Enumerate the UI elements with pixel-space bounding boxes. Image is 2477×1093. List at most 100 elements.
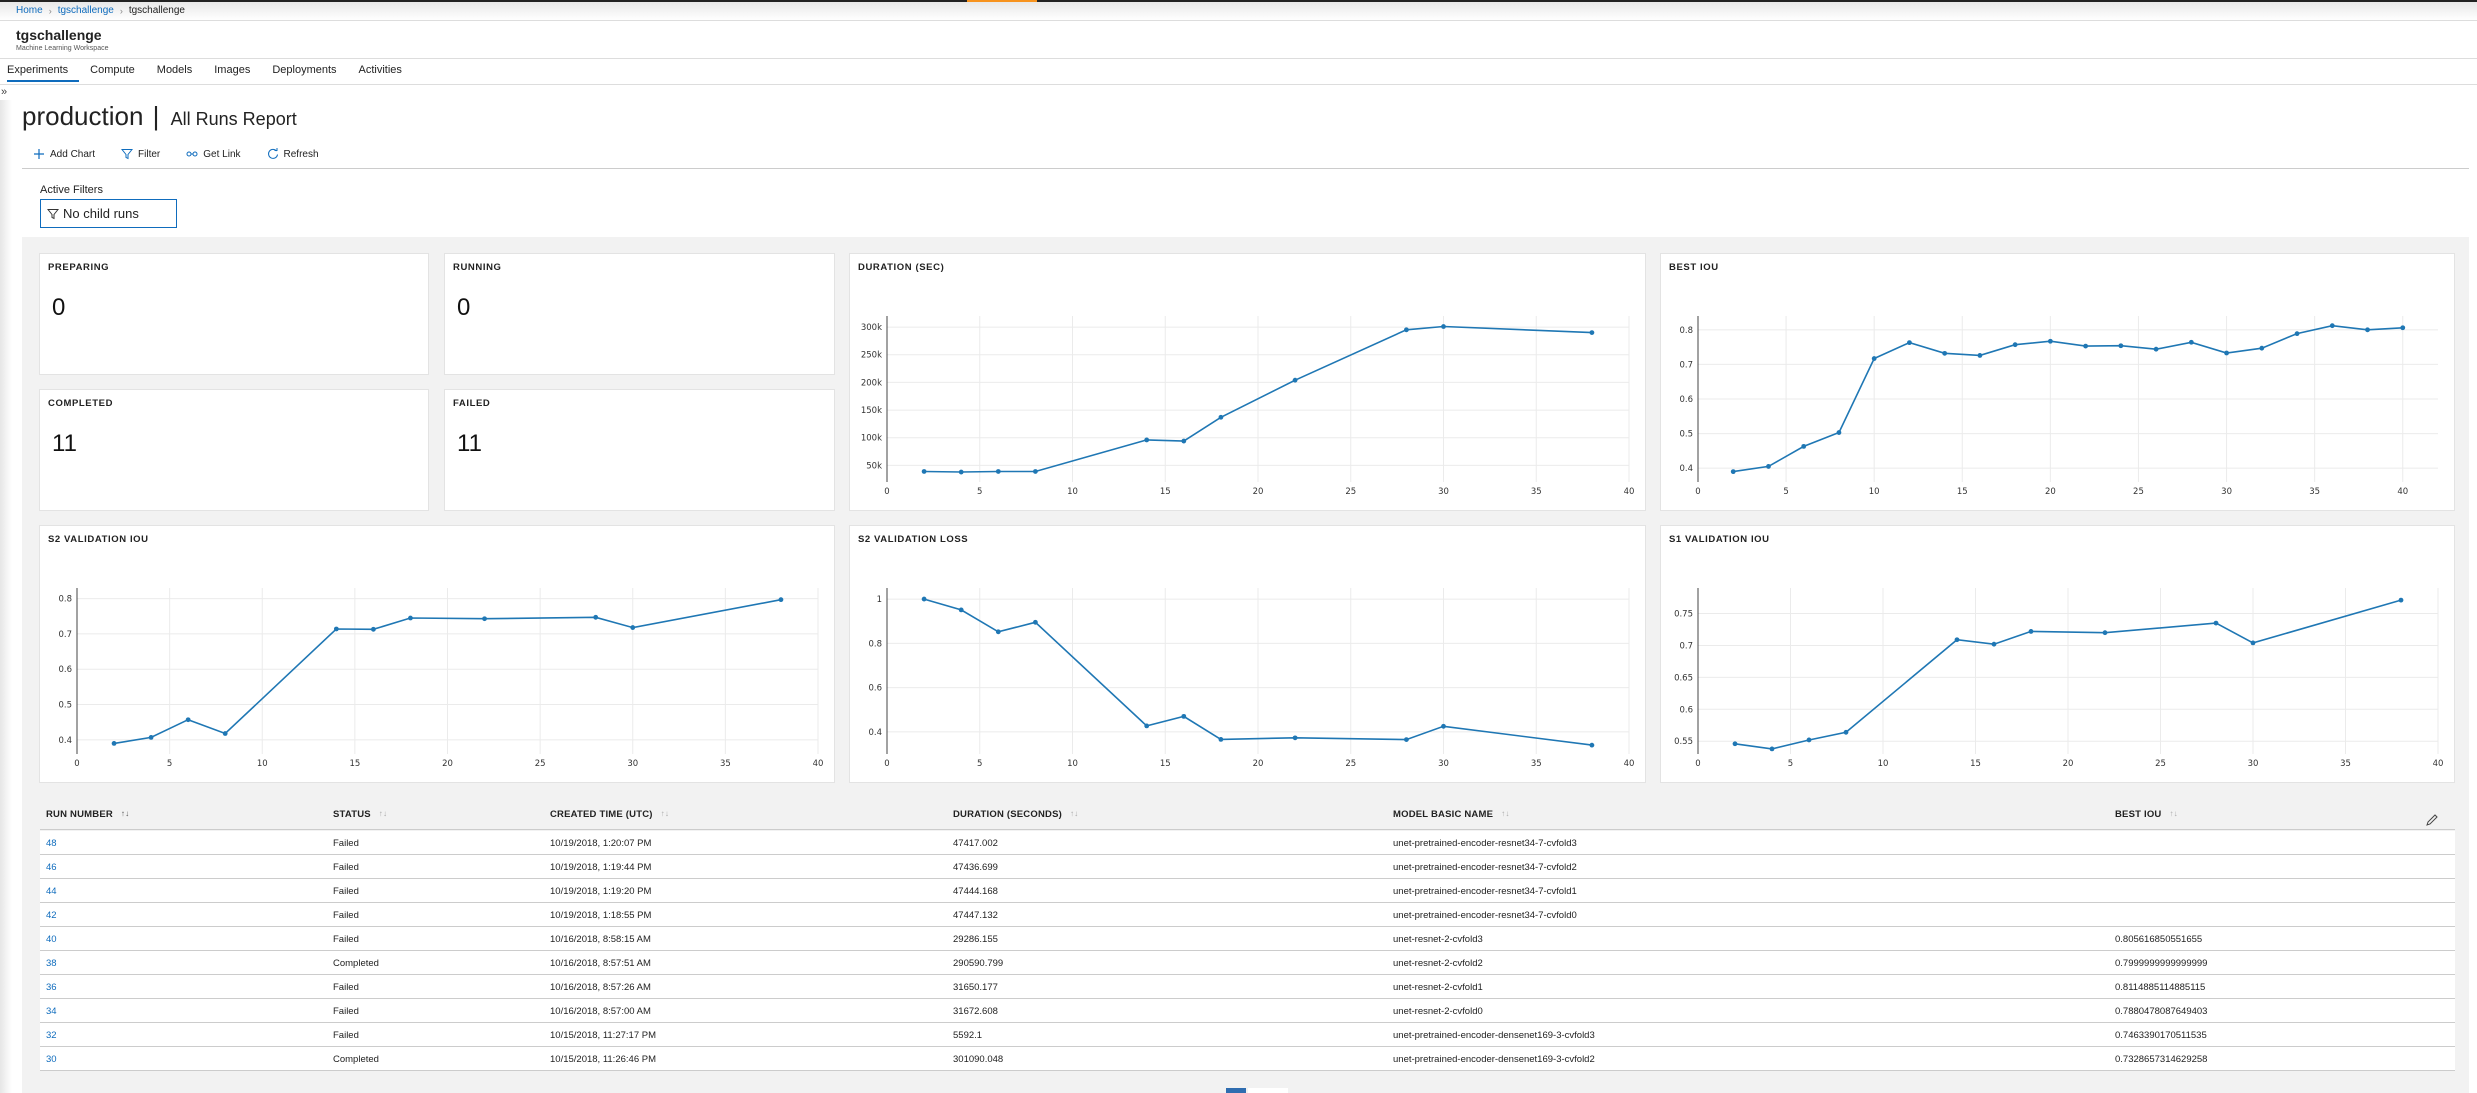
stat-card-running: RUNNING 0 — [444, 253, 835, 375]
x-tick-label: 15 — [349, 759, 360, 769]
x-tick-label: 0 — [1695, 487, 1700, 497]
cell-duration: 31672.608 — [953, 1006, 998, 1017]
stat-label: RUNNING — [453, 262, 502, 273]
stat-card-completed: COMPLETED 11 — [39, 389, 429, 511]
table-row[interactable]: 42 Failed 10/19/2018, 1:18:55 PM 47447.132 u… — [40, 903, 2455, 927]
cell-run-number[interactable]: 44 — [46, 886, 57, 897]
data-point — [1404, 737, 1409, 743]
table-row[interactable]: 46 Failed 10/19/2018, 1:19:44 PM 47436.699 u… — [40, 855, 2455, 879]
table-row[interactable]: 38 Completed 10/16/2018, 8:57:51 AM 290590.… — [40, 951, 2455, 975]
column-header-model-name[interactable]: MODEL BASIC NAME ↑↓ — [1393, 809, 1510, 820]
x-tick-label: 30 — [2248, 759, 2259, 769]
chart-card-s1-validation-iou[interactable]: S1 VALIDATION IOU 0 5 10 15 20 25 30 35 40 0.55 0.… — [1660, 525, 2455, 783]
chart-card-duration[interactable]: DURATION (SEC) 0 5 10 15 20 25 30 35 40 50k 100k 15… — [849, 253, 1646, 511]
x-tick-label: 25 — [1345, 759, 1356, 769]
data-point — [1801, 443, 1807, 449]
x-tick-label: 25 — [535, 759, 546, 769]
title-separator: | — [152, 101, 160, 131]
cell-status: Failed — [333, 886, 359, 897]
cell-run-number[interactable]: 36 — [46, 982, 57, 993]
data-point — [1589, 330, 1595, 335]
data-point — [2400, 325, 2406, 331]
data-point — [1218, 414, 1224, 420]
data-point — [2224, 350, 2229, 356]
edit-columns-icon[interactable] — [2425, 813, 2439, 827]
x-tick-label: 30 — [1438, 759, 1449, 769]
pagination-page-2[interactable] — [1248, 1088, 1268, 1093]
divider — [0, 20, 2477, 21]
cell-run-number[interactable]: 48 — [46, 838, 57, 849]
table-row[interactable]: 44 Failed 10/19/2018, 1:19:20 PM 47444.168 u… — [40, 879, 2455, 903]
cell-run-number[interactable]: 40 — [46, 934, 57, 945]
tab-activities[interactable]: Activities — [359, 64, 413, 82]
table-row[interactable]: 34 Failed 10/16/2018, 8:57:00 AM 31672.608 u… — [40, 999, 2455, 1023]
column-header-status[interactable]: STATUS ↑↓ — [333, 809, 387, 820]
chart-card-best-iou[interactable]: BEST IOU 0 5 10 15 20 25 30 35 40 0.4 0.5 0.6 0.7 0.8 — [1660, 253, 2455, 511]
filter-icon — [47, 208, 59, 219]
tab-deployments[interactable]: Deployments — [272, 64, 347, 82]
chart-card-s2-validation-iou[interactable]: S2 VALIDATION IOU 0 5 10 15 20 25 30 35 40 0.4 0.5… — [39, 525, 835, 783]
table-row[interactable]: 48 Failed 10/19/2018, 1:20:07 PM 47417.002 u… — [40, 831, 2455, 855]
workspace-title: tgschallenge — [16, 27, 102, 43]
breadcrumb-current: tgschallenge — [128, 5, 185, 16]
stat-card-preparing: PREPARING 0 — [39, 253, 429, 375]
cell-run-number[interactable]: 38 — [46, 958, 57, 969]
column-header-run-number[interactable]: RUN NUMBER ↑↓ — [46, 809, 129, 820]
cell-status: Failed — [333, 934, 359, 945]
get-link-button[interactable]: Get Link — [186, 148, 241, 160]
x-tick-label: 10 — [1067, 759, 1078, 769]
table-row[interactable]: 36 Failed 10/16/2018, 8:57:26 AM 31650.177 u… — [40, 975, 2455, 999]
data-point — [2083, 343, 2089, 349]
data-point — [1441, 324, 1446, 329]
data-point — [333, 626, 339, 632]
cell-model-name: unet-pretrained-encoder-densenet169-3-cv… — [1393, 1030, 1595, 1041]
add-chart-button[interactable]: Add Chart — [33, 148, 95, 160]
tab-experiments[interactable]: Experiments — [7, 64, 80, 82]
cell-model-name: unet-resnet-2-cvfold1 — [1393, 982, 1483, 993]
column-label: CREATED TIME (UTC) — [550, 809, 653, 820]
cell-run-number[interactable]: 34 — [46, 1006, 57, 1017]
filter-chip[interactable]: No child runs — [40, 199, 177, 228]
x-tick-label: 5 — [977, 759, 982, 769]
data-point — [1806, 737, 1812, 743]
cell-run-number[interactable]: 30 — [46, 1054, 57, 1065]
chart-card-s2-validation-loss[interactable]: S2 VALIDATION LOSS 0 5 10 15 20 25 30 35 40 0.4 0.… — [849, 525, 1646, 783]
cell-model-name: unet-pretrained-encoder-resnet34-7-cvfol… — [1393, 862, 1577, 873]
filter-button[interactable]: Filter — [121, 148, 160, 160]
x-tick-label: 40 — [2433, 759, 2444, 769]
pagination-page-3[interactable] — [1268, 1088, 1288, 1093]
filter-icon — [121, 149, 134, 160]
cell-run-number[interactable]: 32 — [46, 1030, 57, 1041]
data-point — [2329, 323, 2335, 329]
y-tick-label: 200k — [861, 378, 882, 388]
data-point — [1732, 741, 1738, 747]
expand-sidebar-icon[interactable]: » — [1, 86, 7, 98]
column-header-created-time[interactable]: CREATED TIME (UTC) ↑↓ — [550, 809, 669, 820]
x-tick-label: 15 — [1970, 759, 1981, 769]
cell-run-number[interactable]: 46 — [46, 862, 57, 873]
column-header-duration[interactable]: DURATION (SECONDS) ↑↓ — [953, 809, 1078, 820]
pagination-page-1[interactable] — [1226, 1088, 1246, 1093]
table-row[interactable]: 30 Completed 10/15/2018, 11:26:46 PM 301090… — [40, 1047, 2455, 1071]
breadcrumb-home[interactable]: Home — [16, 5, 43, 16]
y-tick-label: 0.7 — [1679, 360, 1693, 370]
tab-models[interactable]: Models — [157, 64, 203, 82]
cell-run-number[interactable]: 42 — [46, 910, 57, 921]
data-point — [1836, 430, 1842, 435]
x-tick-label: 35 — [2340, 759, 2351, 769]
x-tick-label: 35 — [1531, 487, 1542, 497]
x-tick-label: 25 — [2155, 759, 2166, 769]
tab-images[interactable]: Images — [214, 64, 261, 82]
data-point — [1144, 723, 1150, 729]
data-point — [1033, 619, 1038, 625]
refresh-button[interactable]: Refresh — [267, 148, 319, 160]
table-row[interactable]: 40 Failed 10/16/2018, 8:58:15 AM 29286.155 u… — [40, 927, 2455, 951]
stat-card-failed: FAILED 11 — [444, 389, 835, 511]
table-row[interactable]: 32 Failed 10/15/2018, 11:27:17 PM 5592.1 une… — [40, 1023, 2455, 1047]
chart-best-iou: 0 5 10 15 20 25 30 35 40 0.4 0.5 0.6 0.7 0.8 — [1679, 316, 2438, 497]
column-header-best-iou[interactable]: BEST IOU ↑↓ — [2115, 809, 2178, 820]
breadcrumb: Home › tgschallenge › tgschallenge — [16, 5, 185, 16]
tab-compute[interactable]: Compute — [90, 64, 146, 82]
sort-icon: ↑↓ — [1501, 809, 1510, 818]
breadcrumb-workspace[interactable]: tgschallenge — [58, 5, 114, 16]
